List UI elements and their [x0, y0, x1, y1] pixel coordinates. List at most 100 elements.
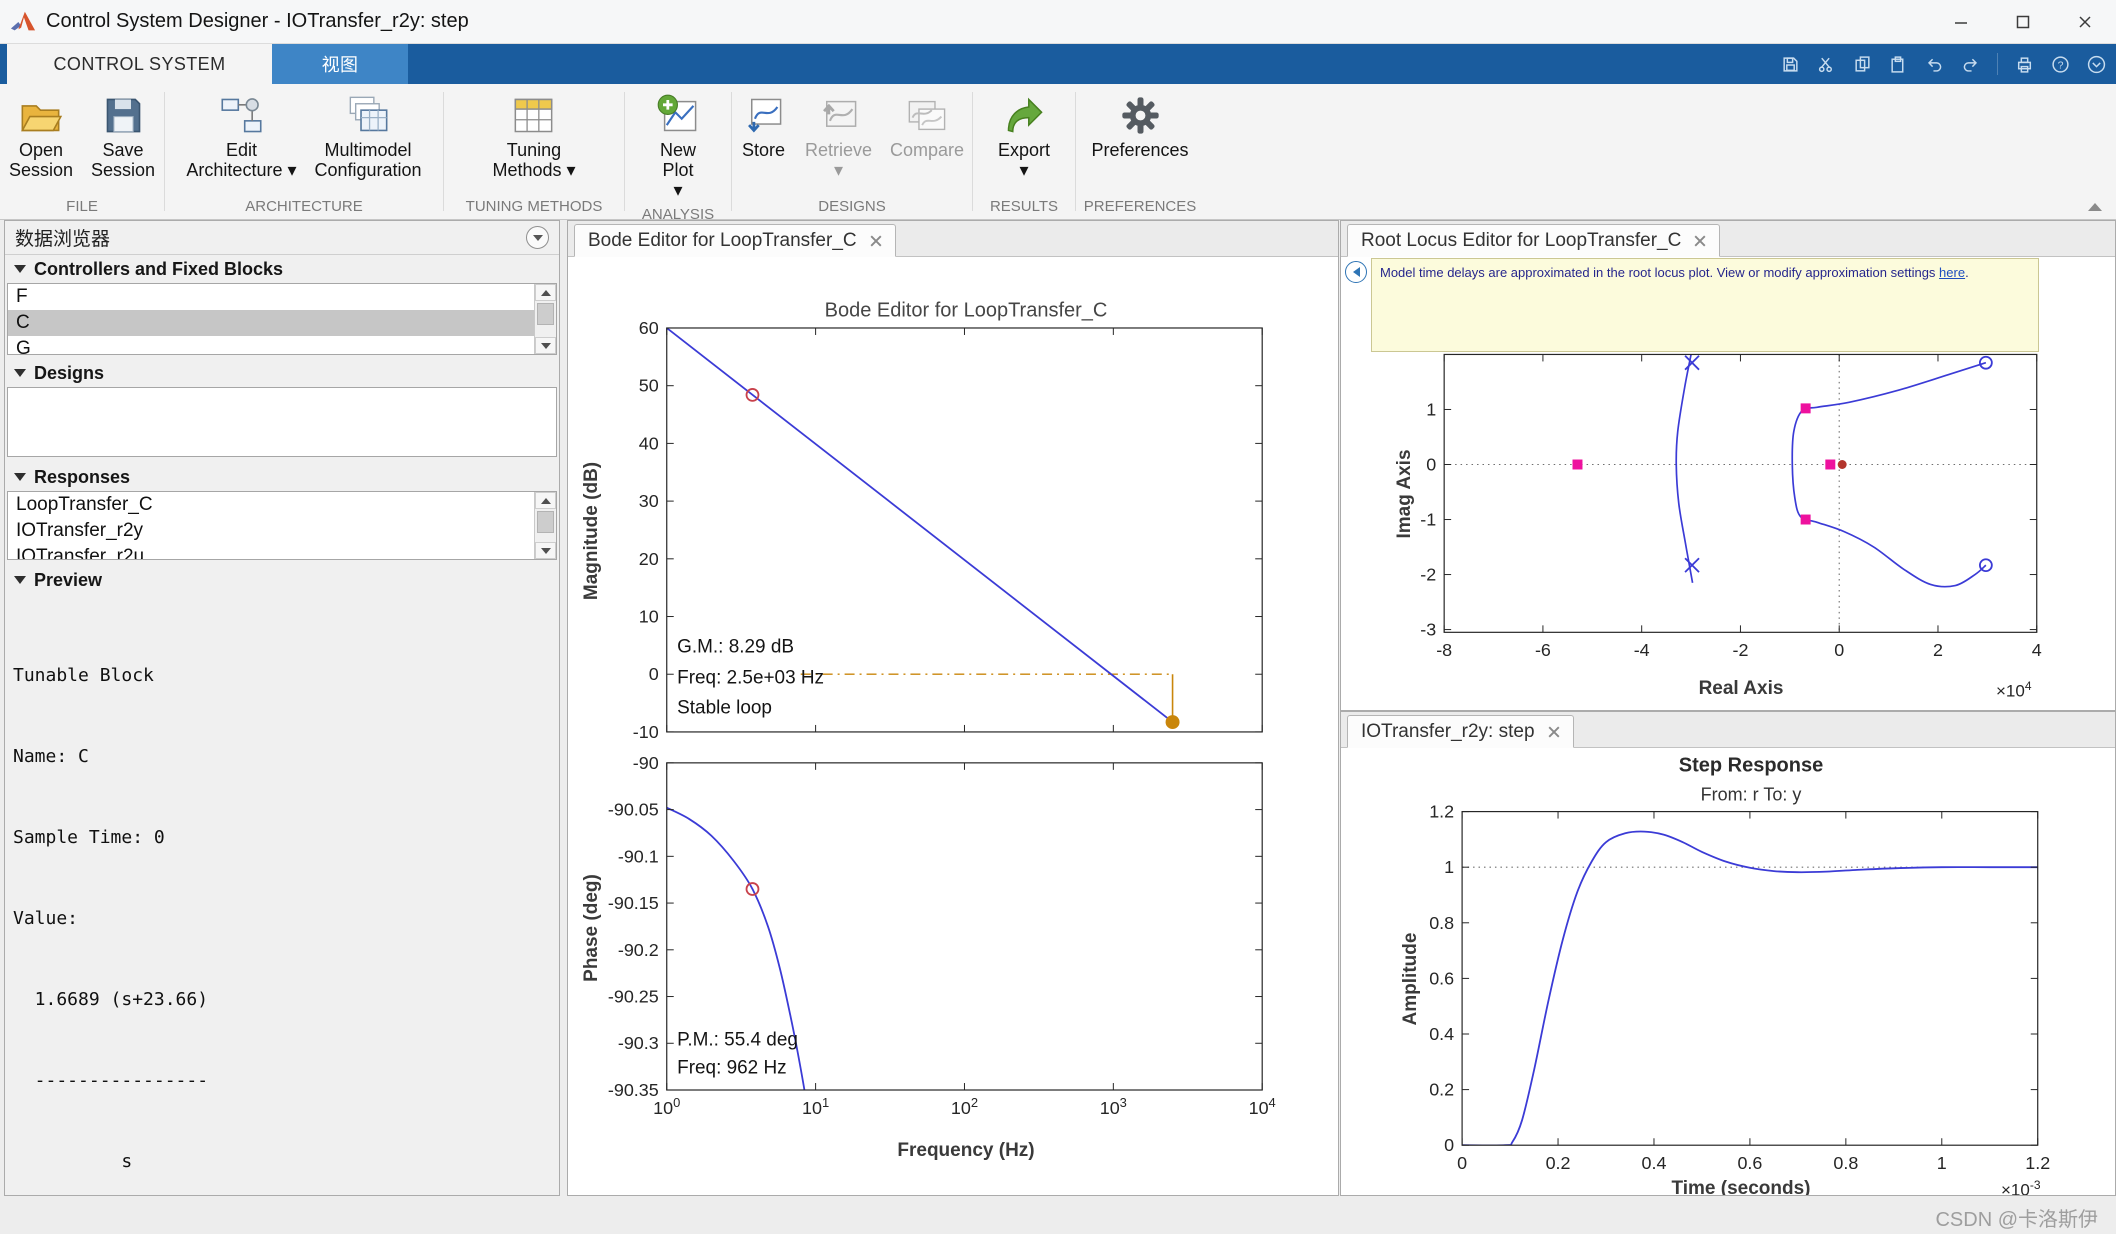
- tab-iotransfer-step-label: IOTransfer_r2y: step: [1361, 721, 1535, 743]
- minimize-button[interactable]: [1930, 0, 1992, 43]
- print-icon[interactable]: [2015, 55, 2034, 74]
- ribbon-group-preferences: Preferences PREFERENCES: [1076, 84, 1204, 219]
- list-item-iotransfer-r2u[interactable]: IOTransfer_r2u: [8, 544, 556, 560]
- toolstrip-menu-icon[interactable]: [2087, 55, 2106, 74]
- section-preview-title: Preview: [34, 570, 102, 591]
- undo-icon[interactable]: [1925, 55, 1944, 74]
- svg-text:0.8: 0.8: [1429, 913, 1454, 933]
- preview-content: Tunable Block Name: C Sample Time: 0 Val…: [5, 594, 559, 1196]
- designs-list[interactable]: [7, 387, 557, 457]
- svg-text:4: 4: [2032, 640, 2042, 660]
- close-icon[interactable]: [1694, 235, 1706, 247]
- edit-architecture-button[interactable]: Edit Architecture ▾: [178, 90, 304, 182]
- section-designs-header[interactable]: Designs: [5, 359, 559, 387]
- tab-view[interactable]: 视图: [272, 44, 408, 84]
- ribbon-group-architecture: Edit Architecture ▾ Multimodel Configura…: [165, 84, 443, 219]
- data-browser-title: 数据浏览器: [15, 224, 110, 251]
- cut-icon[interactable]: [1817, 55, 1836, 74]
- preferences-button[interactable]: Preferences: [1083, 90, 1196, 162]
- bode-frequency-axis-label: Frequency (Hz): [897, 1140, 1034, 1162]
- approximation-settings-link[interactable]: here: [1939, 265, 1965, 280]
- ribbon-section-designs: DESIGNS: [732, 194, 972, 219]
- save-session-button[interactable]: Save Session: [83, 90, 163, 182]
- scroll-down-icon[interactable]: [535, 337, 556, 354]
- responses-scrollbar[interactable]: [534, 492, 556, 559]
- collapse-ribbon-icon[interactable]: [2088, 203, 2102, 211]
- open-session-button[interactable]: Open Session: [1, 90, 81, 182]
- preferences-gear-icon: [1117, 92, 1164, 139]
- svg-text:0: 0: [1444, 1135, 1454, 1155]
- list-item-looptransfer-c[interactable]: LoopTransfer_C: [8, 492, 556, 518]
- collapse-caret-icon: [14, 473, 26, 481]
- tuning-methods-button[interactable]: Tuning Methods ▾: [484, 90, 583, 182]
- section-preview-header[interactable]: Preview: [5, 566, 559, 594]
- close-icon[interactable]: [1548, 726, 1560, 738]
- bode-phase-plot[interactable]: 100101102103104-90-90.05-90.1-90.15-90.2…: [568, 221, 1338, 1195]
- paste-icon[interactable]: [1889, 55, 1908, 74]
- copy-icon[interactable]: [1853, 55, 1872, 74]
- list-item-C[interactable]: C: [8, 310, 556, 336]
- ribbon-section-results: RESULTS: [973, 194, 1075, 219]
- section-controllers-header[interactable]: Controllers and Fixed Blocks: [5, 255, 559, 283]
- svg-text:1: 1: [1937, 1153, 1947, 1173]
- store-button[interactable]: Store: [732, 90, 795, 162]
- svg-text:-90.2: -90.2: [618, 940, 659, 960]
- responses-list: LoopTransfer_C IOTransfer_r2y IOTransfer…: [7, 491, 557, 560]
- compare-label: Compare: [890, 140, 964, 160]
- svg-text:?: ?: [2058, 59, 2064, 71]
- retrieve-icon: [815, 92, 862, 139]
- store-icon: [740, 92, 787, 139]
- step-amplitude-axis-label: Amplitude: [1400, 933, 1422, 1026]
- bode-magnitude-axis-label: Magnitude (dB): [581, 462, 603, 600]
- root-locus-axis-multiplier: ×104: [1996, 679, 2032, 702]
- close-button[interactable]: [2054, 0, 2116, 43]
- edit-architecture-label: Edit Architecture ▾: [186, 140, 296, 180]
- tab-iotransfer-step[interactable]: IOTransfer_r2y: step: [1347, 715, 1574, 748]
- banner-text: Model time delays are approximated in th…: [1380, 265, 1939, 280]
- collapse-caret-icon: [14, 369, 26, 377]
- section-responses-header[interactable]: Responses: [5, 463, 559, 491]
- scrollbar-thumb[interactable]: [537, 303, 554, 325]
- export-label: Export ▾: [998, 140, 1050, 180]
- list-item-F[interactable]: F: [8, 284, 556, 310]
- list-item-G[interactable]: G: [8, 336, 556, 355]
- svg-text:0: 0: [1426, 454, 1436, 474]
- help-icon[interactable]: ?: [2051, 55, 2070, 74]
- bode-plot-title: Bode Editor for LoopTransfer_C: [825, 300, 1108, 323]
- controllers-scrollbar[interactable]: [534, 284, 556, 354]
- tab-control-system[interactable]: CONTROL SYSTEM: [7, 44, 272, 84]
- tuning-methods-label: Tuning Methods ▾: [492, 140, 575, 180]
- data-browser-menu-icon[interactable]: [526, 226, 549, 249]
- tab-root-locus-editor[interactable]: Root Locus Editor for LoopTransfer_C: [1347, 224, 1720, 257]
- svg-text:-1: -1: [1420, 509, 1436, 529]
- retrieve-button[interactable]: Retrieve ▾: [797, 90, 880, 182]
- svg-text:0.4: 0.4: [1642, 1153, 1667, 1173]
- close-icon[interactable]: [870, 235, 882, 247]
- svg-text:101: 101: [802, 1095, 829, 1118]
- multimodel-configuration-button[interactable]: Multimodel Configuration: [307, 90, 430, 182]
- list-item-iotransfer-r2y[interactable]: IOTransfer_r2y: [8, 518, 556, 544]
- root-locus-panel: -8-6-4-202410-1-2-3 Root Locus Editor fo…: [1340, 220, 2116, 711]
- delay-approximation-banner: Model time delays are approximated in th…: [1371, 258, 2039, 352]
- scroll-down-icon[interactable]: [535, 542, 556, 559]
- svg-text:104: 104: [1249, 1095, 1276, 1118]
- scroll-up-icon[interactable]: [535, 284, 556, 301]
- svg-text:0.8: 0.8: [1833, 1153, 1858, 1173]
- svg-text:-90.25: -90.25: [608, 987, 659, 1007]
- ribbon-section-tuning-methods: TUNING METHODS: [444, 194, 624, 219]
- svg-text:1: 1: [1444, 857, 1454, 877]
- window-titlebar: Control System Designer - IOTransfer_r2y…: [0, 0, 2116, 44]
- tab-bode-editor[interactable]: Bode Editor for LoopTransfer_C: [574, 224, 896, 257]
- scrollbar-thumb[interactable]: [537, 511, 554, 533]
- maximize-button[interactable]: [1992, 0, 2054, 43]
- new-plot-button[interactable]: New Plot ▾: [647, 90, 710, 202]
- export-button[interactable]: Export ▾: [990, 90, 1058, 182]
- banner-collapse-icon[interactable]: [1345, 261, 1367, 283]
- bode-phase-axis-label: Phase (deg): [581, 874, 603, 982]
- tab-root-locus-label: Root Locus Editor for LoopTransfer_C: [1361, 230, 1681, 252]
- compare-button[interactable]: Compare: [882, 90, 972, 162]
- svg-text:1.2: 1.2: [1429, 802, 1454, 822]
- save-icon[interactable]: [1781, 55, 1800, 74]
- redo-icon[interactable]: [1961, 55, 1980, 74]
- scroll-up-icon[interactable]: [535, 492, 556, 509]
